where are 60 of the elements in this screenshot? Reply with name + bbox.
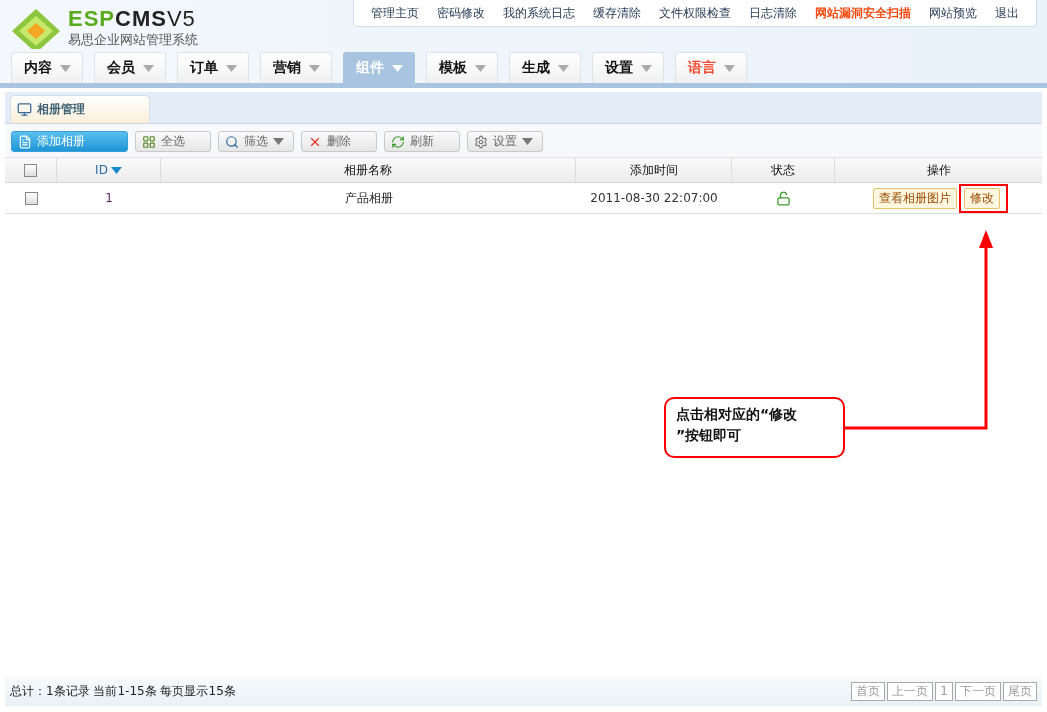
action-button[interactable]: 查看相册图片 [873, 187, 957, 209]
monitor-icon [17, 102, 32, 117]
menu-tab[interactable]: 订单 [177, 52, 249, 83]
menu-tab[interactable]: 生成 [509, 52, 581, 83]
checkbox[interactable] [24, 191, 38, 205]
unlocked-padlock-icon[interactable] [776, 190, 791, 206]
top-link[interactable]: 管理主页 [362, 4, 428, 22]
menu-tab[interactable]: 会员 [94, 52, 166, 83]
top-link[interactable]: 网站漏洞安全扫描 [806, 4, 920, 22]
table-cell: 2011-08-30 22:07:00 [576, 183, 732, 214]
record-summary: 总计：1条记录 当前1-15条 每页显示15条 [10, 682, 236, 700]
toolbar-button[interactable]: 删除 [301, 131, 377, 152]
toolbar-button[interactable]: 全选 [135, 131, 211, 152]
menu-tab[interactable]: 内容 [11, 52, 83, 83]
table-cell: 产品相册 [161, 183, 576, 214]
logo-text: ESPCMSV5 [68, 7, 197, 31]
panel-tab-label: 相册管理 [37, 101, 85, 118]
callout-text: ”按钮即可 [676, 426, 743, 445]
caret-icon [273, 138, 284, 145]
caret-icon [391, 64, 403, 72]
table-header-cell[interactable]: 状态 [732, 157, 835, 183]
caret-icon [59, 64, 71, 72]
caret-icon [557, 64, 569, 72]
caret-icon [522, 138, 533, 145]
table-header-cell[interactable]: 操作 [835, 157, 1042, 183]
toolbar-button[interactable]: 刷新 [384, 131, 460, 152]
top-link[interactable]: 网站预览 [920, 4, 986, 22]
table-cell: 1 [57, 183, 161, 214]
settings-icon [474, 134, 488, 149]
add-icon [18, 134, 32, 149]
logo-subtitle: 易思企业网站管理系统 [68, 31, 198, 49]
checkbox[interactable] [24, 163, 37, 177]
caret-icon [110, 166, 122, 174]
top-link[interactable]: 日志清除 [740, 4, 806, 22]
top-link[interactable]: 退出 [986, 4, 1028, 22]
caret-icon [225, 64, 237, 72]
toolbar-button[interactable]: 筛选 [218, 131, 294, 152]
top-link[interactable]: 文件权限检查 [650, 4, 740, 22]
action-button[interactable]: 修改 [964, 187, 1000, 209]
caret-icon [723, 64, 735, 72]
table-header-cell[interactable]: 添加时间 [576, 157, 732, 183]
table-header-cell[interactable]: 相册名称 [161, 157, 576, 183]
caret-icon [142, 64, 154, 72]
top-link[interactable]: 缓存清除 [584, 4, 650, 22]
filter-icon [225, 134, 239, 149]
toolbar-button[interactable]: 设置 [467, 131, 543, 152]
logo-icon [10, 7, 62, 49]
menu-tab[interactable]: 设置 [592, 52, 664, 83]
select-all-icon [142, 134, 156, 149]
caret-icon [308, 64, 320, 72]
top-link[interactable]: 密码修改 [428, 4, 494, 22]
panel-tab[interactable]: 相册管理 [10, 95, 150, 123]
refresh-icon [391, 134, 405, 149]
menu-tab[interactable]: 营销 [260, 52, 332, 83]
table-header-cell[interactable]: ID [57, 157, 161, 183]
caret-icon [640, 64, 652, 72]
caret-icon [474, 64, 486, 72]
callout-text: 点击相对应的“修改 [676, 405, 799, 424]
top-link[interactable]: 我的系统日志 [494, 4, 584, 22]
menu-tab[interactable]: 模板 [426, 52, 498, 83]
